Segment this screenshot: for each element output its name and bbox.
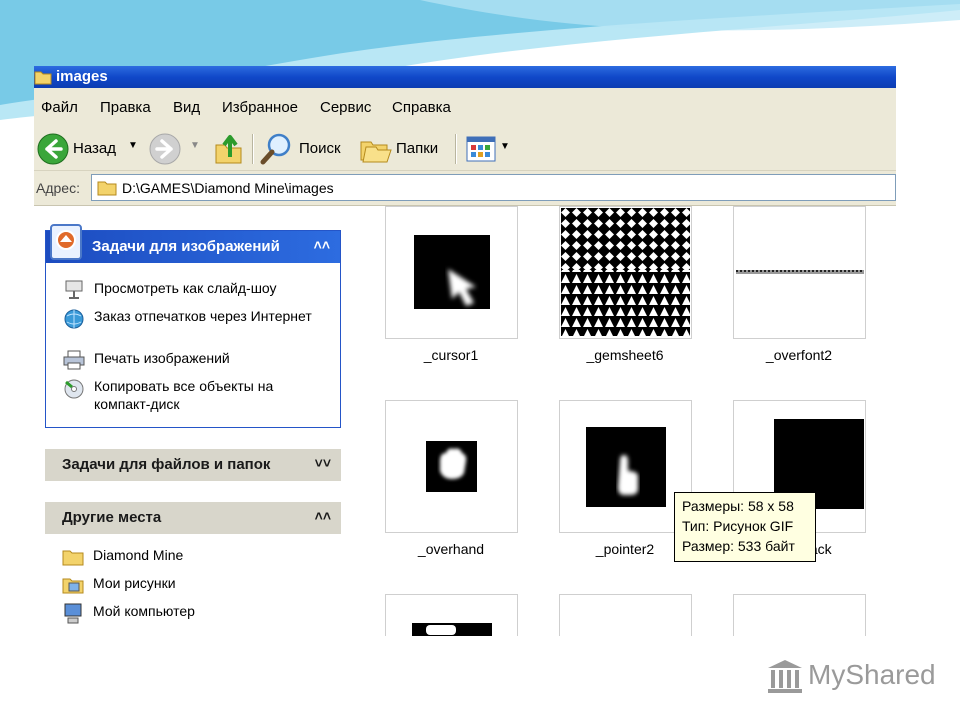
place-label: Diamond Mine xyxy=(93,547,184,563)
tooltip-size: Размер: 533 байт xyxy=(682,538,795,554)
image-tasks-title: Задачи для изображений xyxy=(92,238,280,255)
up-folder-button[interactable] xyxy=(212,128,246,170)
image-preview xyxy=(412,623,492,636)
my-pictures-icon xyxy=(62,578,84,594)
forward-button[interactable]: ▼ xyxy=(146,128,206,170)
explorer-window: images Файл Правка Вид Избранное Сервис … xyxy=(34,66,896,636)
slideshow-icon xyxy=(65,280,83,299)
views-button[interactable]: ▼ xyxy=(464,128,514,170)
pictures-panel-icon xyxy=(50,224,82,260)
menu-favorites[interactable]: Избранное xyxy=(222,99,298,116)
toolbar-separator xyxy=(252,134,254,164)
address-bar: Адрес: D:\GAMES\Diamond Mine\images xyxy=(34,171,896,206)
tooltip-dimensions: Размеры: 58 x 58 xyxy=(682,498,794,514)
task-label: Заказ отпечатков через Интернет xyxy=(94,308,312,324)
task-label: Просмотреть как слайд-шоу xyxy=(94,280,277,296)
task-label: Копировать все объекты на компакт-диск xyxy=(94,378,274,412)
window-title: images xyxy=(56,68,108,85)
address-path: D:\GAMES\Diamond Mine\images xyxy=(122,180,334,196)
other-places-header[interactable]: Другие места ˄˄ xyxy=(45,502,341,534)
folder-up-icon xyxy=(215,135,242,164)
image-tasks-panel: Задачи для изображений ˄˄ Просмотреть ка… xyxy=(45,224,341,428)
back-button[interactable]: Назад ▼ xyxy=(36,128,146,170)
file-thumbnail[interactable] xyxy=(385,594,518,636)
menu-bar: Файл Правка Вид Избранное Сервис Справка xyxy=(34,88,896,129)
views-icon xyxy=(466,136,496,162)
file-name[interactable]: _overfont2 xyxy=(719,347,879,363)
file-thumbnail[interactable] xyxy=(733,594,866,636)
file-tasks-header[interactable]: Задачи для файлов и папок ˅˅ xyxy=(45,449,341,481)
overhand-image-preview xyxy=(426,441,477,492)
folders-icon xyxy=(360,141,392,163)
forward-dropdown-icon[interactable]: ▼ xyxy=(190,140,200,151)
address-label: Адрес: xyxy=(36,180,80,196)
collapse-chevron-icon[interactable]: ˄˄ xyxy=(315,508,331,524)
file-tasks-title: Задачи для файлов и папок xyxy=(62,456,271,473)
burn-cd-icon xyxy=(64,379,84,399)
content-area: Задачи для изображений ˄˄ Просмотреть ка… xyxy=(34,206,896,636)
file-thumbnail[interactable] xyxy=(559,206,692,339)
views-dropdown-icon[interactable]: ▼ xyxy=(500,141,510,152)
other-places-body: Diamond Mine Мои рисунки Мой компьютер xyxy=(45,534,341,636)
image-tasks-body: Просмотреть как слайд-шоу Заказ отпечатк… xyxy=(46,263,340,427)
tooltip-type: Тип: Рисунок GIF xyxy=(682,518,794,534)
menu-view[interactable]: Вид xyxy=(173,99,200,116)
task-label: Печать изображений xyxy=(94,350,230,366)
folders-button[interactable]: Папки xyxy=(359,128,449,170)
folder-icon xyxy=(62,550,84,566)
file-name[interactable]: _cursor1 xyxy=(371,347,531,363)
file-thumbnail[interactable] xyxy=(385,400,518,533)
folders-label: Папки xyxy=(396,140,439,157)
menu-file[interactable]: Файл xyxy=(41,99,78,116)
search-label: Поиск xyxy=(299,140,341,157)
expand-chevron-icon[interactable]: ˅˅ xyxy=(315,455,331,471)
overfont-image-preview xyxy=(736,270,864,274)
file-info-tooltip: Размеры: 58 x 58 Тип: Рисунок GIF Размер… xyxy=(674,492,816,562)
back-dropdown-icon[interactable]: ▼ xyxy=(128,140,138,151)
place-label: Мой компьютер xyxy=(93,603,195,619)
my-computer-icon xyxy=(64,603,82,624)
file-thumbnail[interactable] xyxy=(385,206,518,339)
back-arrow-icon xyxy=(37,133,69,165)
menu-tools[interactable]: Сервис xyxy=(320,99,371,116)
file-thumbnail[interactable] xyxy=(559,400,692,533)
file-name[interactable]: _gemsheet6 xyxy=(545,347,705,363)
other-places-panel: Другие места ˄˄ Diamond Mine Мои рисунки xyxy=(45,502,341,636)
toolbar-separator xyxy=(455,134,457,164)
building-logo-icon xyxy=(768,660,802,693)
gemsheet-image-preview xyxy=(561,208,690,336)
place-label: Мои рисунки xyxy=(93,575,176,591)
order-prints-icon xyxy=(64,309,84,329)
pointer-image-preview xyxy=(586,427,666,507)
address-field[interactable]: D:\GAMES\Diamond Mine\images xyxy=(91,174,896,201)
folder-icon xyxy=(97,181,117,196)
title-bar: images xyxy=(34,66,896,88)
myshared-logo: MyShared xyxy=(766,656,936,696)
back-label: Назад xyxy=(73,140,116,157)
forward-arrow-icon xyxy=(149,133,181,165)
cursor-image-preview xyxy=(414,235,490,309)
collapse-chevron-icon[interactable]: ˄˄ xyxy=(314,237,330,253)
image-tasks-header[interactable]: Задачи для изображений ˄˄ xyxy=(46,224,340,263)
menu-edit[interactable]: Правка xyxy=(100,99,151,116)
search-icon xyxy=(260,133,291,165)
folder-icon xyxy=(34,71,52,85)
logo-text: MyShared xyxy=(808,659,936,690)
file-name[interactable]: _overhand xyxy=(371,541,531,557)
search-button[interactable]: Поиск xyxy=(260,128,352,170)
other-places-title: Другие места xyxy=(62,509,162,526)
file-thumbnail[interactable] xyxy=(559,594,692,636)
menu-help[interactable]: Справка xyxy=(392,99,451,116)
print-icon xyxy=(63,350,85,370)
toolbar: Назад ▼ ▼ Поиск Папки ▼ xyxy=(34,128,896,171)
file-tasks-panel: Задачи для файлов и папок ˅˅ xyxy=(45,449,341,481)
file-thumbnail[interactable] xyxy=(733,206,866,339)
